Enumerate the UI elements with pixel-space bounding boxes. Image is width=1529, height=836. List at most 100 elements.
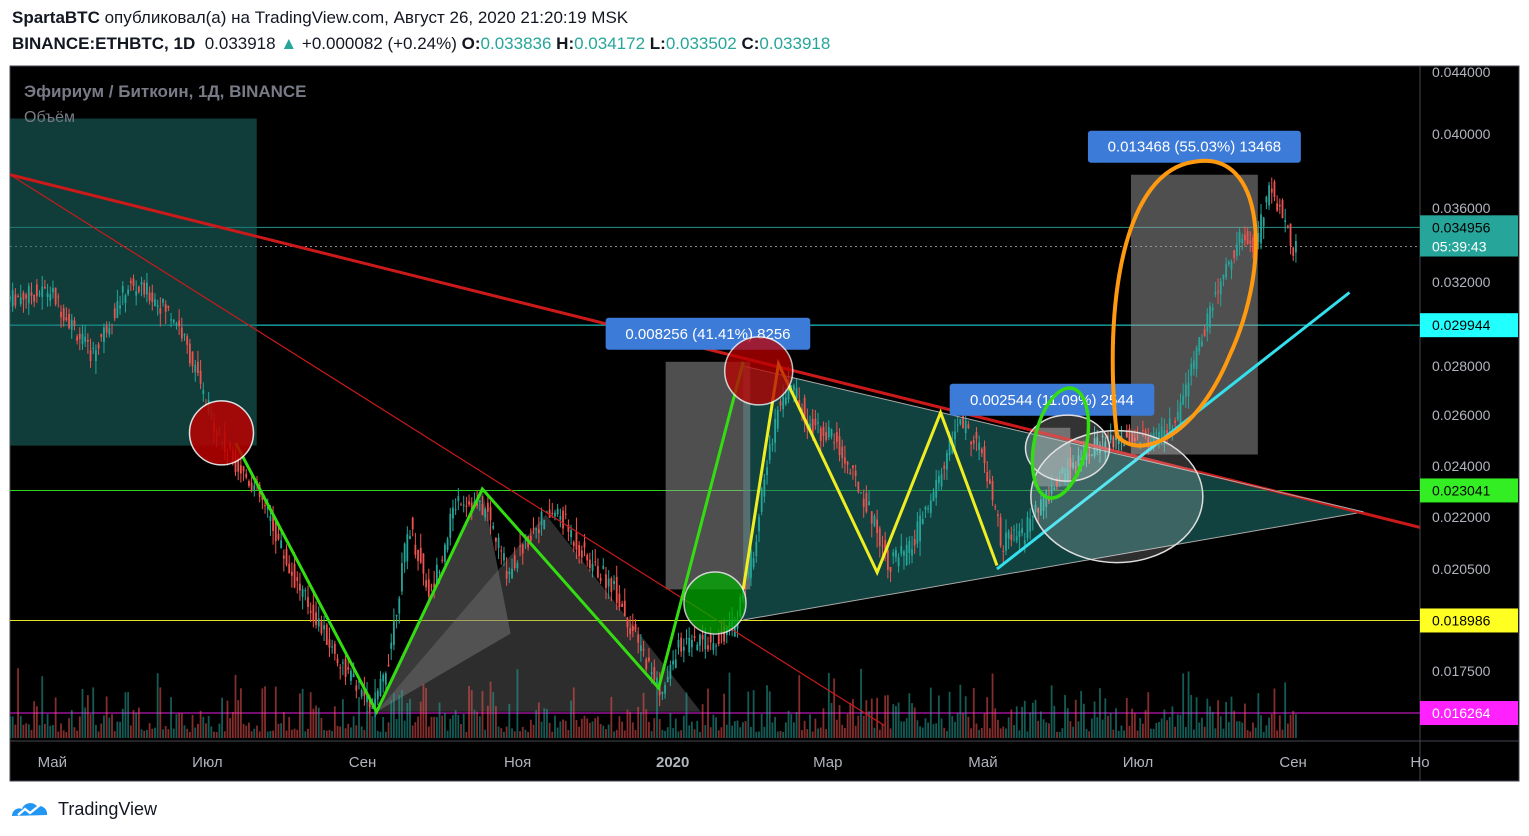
volume-bar bbox=[1252, 722, 1254, 738]
volume-bar bbox=[838, 705, 841, 738]
legend-volume[interactable]: Объём bbox=[24, 109, 75, 126]
volume-bar bbox=[1115, 708, 1117, 738]
volume-bar bbox=[685, 692, 688, 738]
volume-bar bbox=[878, 729, 881, 738]
volume-bar bbox=[30, 729, 33, 738]
volume-bar bbox=[1262, 731, 1265, 738]
candle-body bbox=[127, 289, 130, 295]
volume-bar bbox=[803, 720, 806, 738]
candle-body bbox=[1292, 247, 1295, 256]
price-level-label: 0.029944 bbox=[1432, 317, 1491, 333]
volume-bar bbox=[921, 727, 924, 738]
volume-bar bbox=[78, 716, 81, 738]
candle-body bbox=[862, 498, 865, 507]
volume-bar bbox=[409, 698, 411, 738]
volume-bar bbox=[873, 727, 876, 738]
volume-bar bbox=[81, 688, 84, 738]
red-circle-marker[interactable] bbox=[723, 336, 794, 406]
candle-body bbox=[105, 325, 108, 333]
volume-bar bbox=[60, 723, 62, 738]
candle-body bbox=[121, 286, 124, 293]
candle-body bbox=[143, 282, 146, 295]
candle-body bbox=[954, 431, 956, 440]
volume-bar bbox=[41, 676, 44, 738]
volume-bar bbox=[1160, 718, 1163, 738]
volume-bar bbox=[1286, 723, 1289, 738]
volume-bar bbox=[1260, 715, 1262, 738]
candle-body bbox=[766, 467, 768, 476]
volume-bar bbox=[1128, 726, 1131, 738]
candle-body bbox=[994, 506, 997, 508]
volume-bar bbox=[486, 705, 489, 738]
candle-body bbox=[849, 472, 852, 475]
candle-body bbox=[27, 286, 30, 304]
candle-body bbox=[613, 580, 615, 585]
volume-bar bbox=[226, 700, 229, 738]
volume-bar bbox=[817, 728, 819, 738]
volume-bar bbox=[580, 718, 583, 738]
volume-bar bbox=[315, 705, 317, 738]
candle-body bbox=[1233, 250, 1236, 258]
price-chart[interactable]: 0.013468 (55.03%) 134680.008256 (41.41%)… bbox=[0, 0, 1529, 790]
green-circle-marker[interactable] bbox=[683, 571, 747, 635]
candle-body bbox=[146, 282, 148, 295]
volume-bar bbox=[430, 716, 433, 738]
volume-bar bbox=[672, 728, 674, 738]
candle-body bbox=[328, 639, 331, 648]
volume-bar bbox=[1203, 726, 1206, 738]
volume-bar bbox=[135, 712, 138, 738]
volume-bar bbox=[787, 710, 790, 738]
red-circle-marker[interactable] bbox=[188, 400, 255, 466]
candle-body bbox=[347, 666, 350, 670]
footer-brand[interactable]: TradingView bbox=[58, 799, 157, 820]
candle-body bbox=[84, 336, 87, 342]
volume-bar bbox=[129, 725, 132, 738]
candle-body bbox=[341, 662, 344, 664]
candle-body bbox=[468, 501, 470, 505]
volume-bar bbox=[822, 708, 825, 738]
volume-bar bbox=[656, 681, 658, 738]
candle-body bbox=[873, 515, 876, 526]
candle-body bbox=[690, 639, 693, 648]
candle-body bbox=[986, 472, 989, 482]
volume-bar bbox=[1166, 720, 1168, 738]
candle-body bbox=[782, 396, 785, 410]
volume-bar bbox=[1268, 717, 1270, 738]
volume-bar bbox=[164, 726, 167, 738]
volume-bar bbox=[1168, 716, 1171, 738]
candle-body bbox=[763, 479, 766, 497]
volume-bar bbox=[1284, 682, 1287, 738]
volume-bar bbox=[43, 723, 46, 738]
volume-bar bbox=[690, 721, 693, 738]
volume-bar bbox=[105, 696, 108, 738]
volume-bar bbox=[304, 731, 307, 738]
candle-body bbox=[355, 685, 358, 691]
candle-body bbox=[1217, 290, 1219, 292]
volume-bar bbox=[1080, 690, 1083, 738]
volume-bar bbox=[599, 723, 602, 738]
candle-body bbox=[554, 512, 556, 517]
volume-bar bbox=[162, 729, 164, 738]
volume-bar bbox=[68, 718, 70, 738]
volume-bar bbox=[747, 691, 750, 738]
volume-bar bbox=[215, 731, 218, 738]
volume-bar bbox=[666, 727, 669, 738]
candle-body bbox=[452, 507, 454, 519]
candle-body bbox=[1284, 220, 1287, 222]
candle-body bbox=[495, 538, 497, 542]
candle-body bbox=[983, 446, 986, 464]
candle-body bbox=[1182, 395, 1185, 405]
volume-bar bbox=[766, 685, 768, 738]
candle-body bbox=[333, 643, 336, 654]
volume-bar bbox=[809, 714, 811, 738]
volume-bar bbox=[27, 724, 30, 738]
candle-body bbox=[594, 561, 597, 563]
candle-body bbox=[76, 336, 79, 341]
volume-bar bbox=[723, 693, 726, 738]
candle-body bbox=[897, 557, 900, 567]
volume-bar bbox=[1082, 703, 1085, 738]
volume-bar bbox=[1176, 714, 1179, 738]
legend-title: Эфириум / Биткоин, 1Д, BINANCE bbox=[24, 82, 307, 101]
candle-body bbox=[693, 636, 696, 639]
candle-body bbox=[682, 646, 685, 651]
